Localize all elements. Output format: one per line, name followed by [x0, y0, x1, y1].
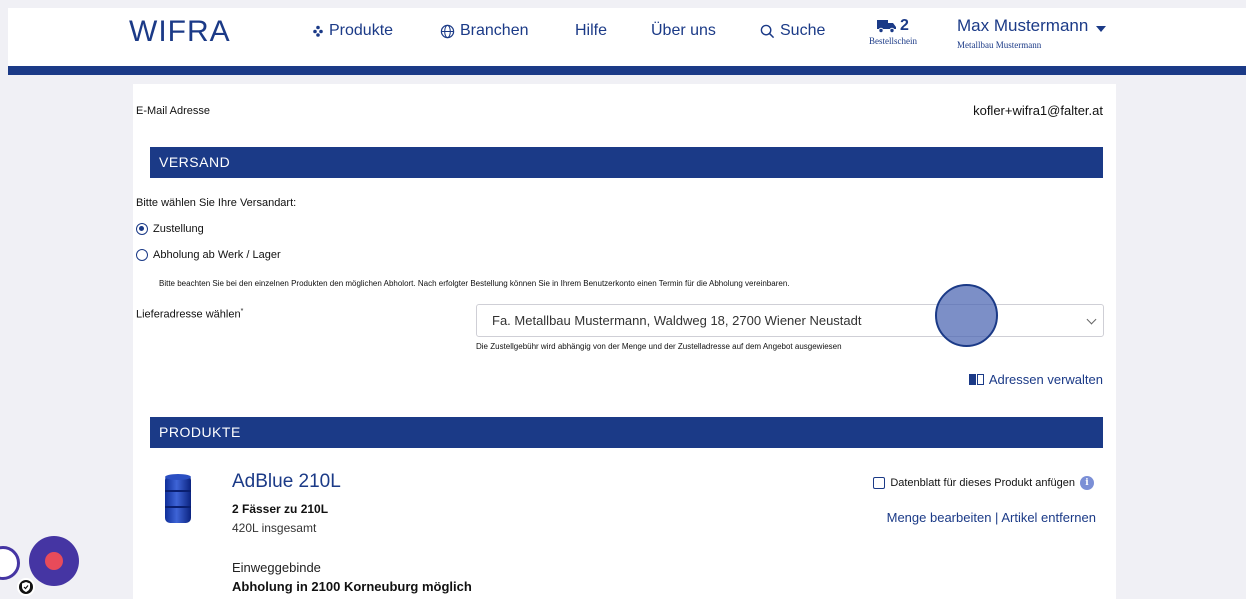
pickup-note: Bitte beachten Sie bei den einzelnen Pro… — [159, 279, 790, 288]
checkbox-icon — [873, 477, 886, 489]
nav-suche-label: Suche — [780, 22, 826, 39]
radio-checked-icon — [136, 223, 148, 235]
user-company: Metallbau Mustermann — [957, 40, 1042, 50]
chat-widget-button[interactable] — [29, 536, 79, 586]
radio-abholung-label: Abholung ab Werk / Lager — [153, 249, 281, 261]
wifra-logo[interactable]: WIFRA — [129, 15, 231, 49]
product-title[interactable]: AdBlue 210L — [232, 471, 341, 493]
nav-suche[interactable]: Suche — [760, 22, 825, 40]
produkte-heading: PRODUKTE — [150, 417, 1103, 448]
chevron-down-icon — [1086, 314, 1097, 325]
email-label: E-Mail Adresse — [136, 105, 210, 117]
email-value: kofler+wifra1@falter.at — [973, 103, 1103, 118]
product-quantity: 2 Fässer zu 210L — [232, 502, 329, 516]
manage-addresses-link[interactable]: Adressen verwalten — [968, 372, 1103, 387]
side-widget-ring[interactable] — [0, 546, 20, 580]
radio-zustellung[interactable]: Zustellung — [136, 223, 204, 235]
product-actions: Menge bearbeiten | Artikel entfernen — [887, 510, 1096, 525]
nav-hilfe-label: Hilfe — [575, 22, 608, 39]
address-label: Lieferadresse wählen* — [136, 308, 243, 321]
nav-branchen-label: Branchen — [460, 22, 529, 39]
radio-unchecked-icon — [136, 249, 148, 261]
edit-quantity-link[interactable]: Menge bearbeiten — [887, 510, 992, 525]
search-icon — [760, 24, 775, 38]
barrel-image — [165, 474, 191, 523]
address-help: Die Zustellgebühr wird abhängig von der … — [476, 342, 842, 351]
user-menu[interactable]: Max Mustermann Metallbau Mustermann — [957, 16, 1107, 50]
versand-prompt: Bitte wählen Sie Ihre Versandart: — [136, 197, 297, 209]
radio-abholung[interactable]: Abholung ab Werk / Lager — [136, 249, 281, 261]
info-icon[interactable]: i — [1080, 476, 1094, 490]
manage-addresses-label: Adressen verwalten — [988, 372, 1103, 387]
chevron-down-icon — [1096, 26, 1107, 32]
product-total: 420L insgesamt — [232, 521, 317, 535]
remove-item-link[interactable]: Artikel entfernen — [1001, 510, 1096, 525]
click-marker — [935, 284, 998, 347]
address-select[interactable]: Fa. Metallbau Mustermann, Waldweg 18, 27… — [476, 304, 1104, 337]
truck-icon — [877, 20, 897, 33]
datasheet-label: Datenblatt für dieses Produkt anfügen — [890, 477, 1075, 489]
address-label-text: Lieferadresse wählen — [136, 308, 241, 321]
required-mark: * — [240, 308, 244, 315]
nav-branchen[interactable]: Branchen — [440, 22, 529, 40]
user-name: Max Mustermann — [957, 16, 1089, 35]
cart-count: 2 — [900, 17, 909, 34]
globe-icon — [440, 24, 455, 38]
actions-separator: | — [991, 510, 1002, 525]
nav-produkte[interactable]: Produkte — [312, 22, 393, 40]
address-book-icon — [968, 374, 984, 385]
address-select-value: Fa. Metallbau Mustermann, Waldweg 18, 27… — [492, 313, 862, 328]
radio-zustellung-label: Zustellung — [153, 223, 204, 235]
versand-heading: VERSAND — [150, 147, 1103, 178]
nav-ueber-uns[interactable]: Über uns — [651, 22, 716, 40]
nav-produkte-label: Produkte — [329, 22, 394, 39]
product-pickup: Abholung in 2100 Korneuburg möglich — [232, 579, 472, 594]
product-packaging: Einweggebinde — [232, 560, 321, 575]
cart-button[interactable]: 2 Bestellschein — [858, 17, 928, 46]
shield-icon — [17, 578, 35, 596]
nav-ueber-uns-label: Über uns — [651, 22, 716, 39]
header-accent-bar — [8, 66, 1246, 75]
record-dot-icon — [45, 552, 63, 570]
datasheet-checkbox[interactable]: Datenblatt für dieses Produkt anfügen i — [873, 476, 1094, 490]
products-icon — [313, 25, 323, 37]
nav-hilfe[interactable]: Hilfe — [575, 22, 607, 40]
cart-label: Bestellschein — [869, 36, 917, 46]
